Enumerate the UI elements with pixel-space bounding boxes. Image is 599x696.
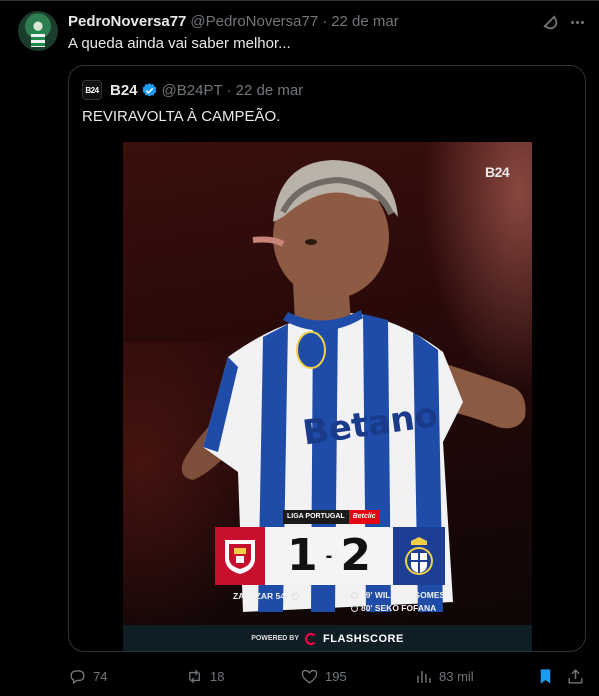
tweet-header: PedroNoversa77 @PedroNoversa77 · 22 de m… [68,11,399,31]
reply-icon [70,669,85,684]
tweet-text: A queda ainda vai saber melhor... [68,35,291,52]
flashscore-label: FLASHSCORE [323,632,404,645]
quoted-tweet[interactable]: B24 B24 @B24PT · 22 de mar REVIRAVOLTA À… [68,65,586,652]
powered-by-label: POWERED BY [251,635,300,642]
header-separator: · [322,12,328,30]
tweet-date[interactable]: 22 de mar [331,13,399,30]
share-icon [568,668,583,684]
goal-ball-icon [351,592,358,599]
league-sponsor: Betclic [348,510,380,524]
views-count: 83 mil [439,668,474,684]
grok-icon[interactable] [540,12,560,32]
more-options-icon[interactable] [566,12,588,32]
retweet-icon [189,669,200,683]
home-team-crest-icon [215,527,265,585]
views-button[interactable]: 83 mil [414,665,474,687]
quote-date[interactable]: 22 de mar [236,82,304,99]
away-team-crest-icon [393,527,445,585]
like-count: 195 [325,668,347,684]
score-box: 1 - 2 [265,527,393,585]
powered-by-bar: POWERED BY FLASHSCORE [123,625,532,651]
quote-header: B24 B24 @B24PT · 22 de mar [82,80,303,100]
home-scorer: ZALAZAR 54' [233,591,300,601]
bookmark-icon [540,668,551,684]
quote-author-name[interactable]: B24 [110,82,138,99]
author-handle[interactable]: @PedroNoversa77 [190,13,318,30]
goal-ball-icon [351,605,358,612]
retweet-button[interactable]: 18 [185,665,224,687]
b24-watermark: B24 [485,164,510,180]
quote-text: REVIRAVOLTA À CAMPEÃO. [82,108,281,125]
away-scorer-2: 80' SEKO FOFANA [351,602,445,615]
author-avatar[interactable] [18,11,58,51]
author-name[interactable]: PedroNoversa77 [68,13,186,30]
league-label: LIGA PORTUGAL [283,510,349,524]
reply-button[interactable]: 74 [68,665,107,687]
quote-avatar[interactable]: B24 [82,80,102,100]
score-separator: - [325,544,333,567]
quote-separator: · [226,81,232,99]
retweet-count: 18 [210,668,225,684]
match-result-image[interactable]: Betano B24 LIGA PORTUGAL Betclic 1 - 2 Z… [123,142,532,651]
away-scorer-1: 69' WILLIAM GOMES [351,589,445,602]
home-score: 1 [287,530,318,581]
heart-icon [301,669,318,684]
views-chart-icon [417,670,431,683]
goal-ball-icon [292,593,300,600]
reply-count: 74 [93,668,108,684]
away-score: 2 [340,530,371,581]
league-tag: LIGA PORTUGAL Betclic [283,510,380,524]
tweet[interactable]: PedroNoversa77 @PedroNoversa77 · 22 de m… [0,0,599,696]
bookmark-button[interactable] [536,665,555,687]
tweet-actions: 74 18 195 83 mil [68,665,588,687]
quote-author-handle[interactable]: @B24PT [162,82,223,99]
like-button[interactable]: 195 [300,665,347,687]
flashscore-logo-icon [305,632,318,645]
share-button[interactable] [566,665,585,687]
away-scorers: 69' WILLIAM GOMES 80' SEKO FOFANA [351,589,445,615]
verified-badge-icon [142,82,156,97]
